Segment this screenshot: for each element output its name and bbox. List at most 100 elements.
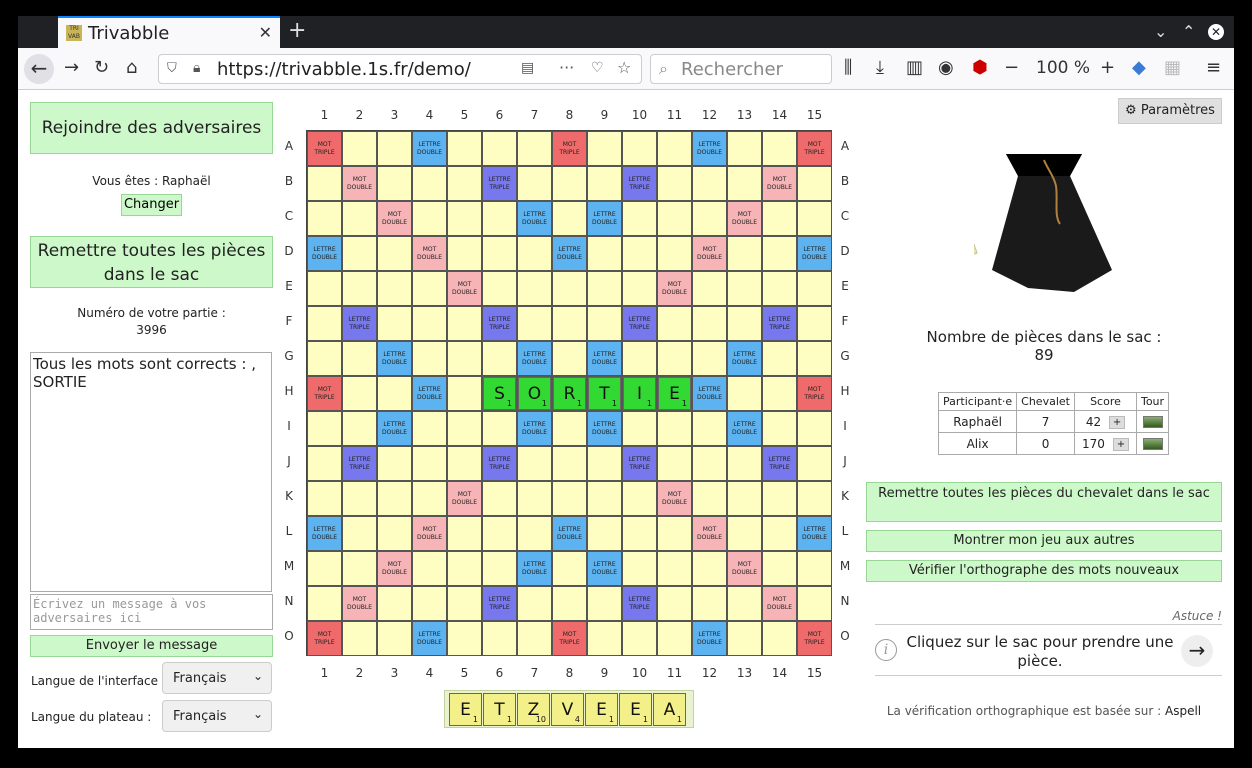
board-cell[interactable] — [692, 481, 727, 516]
board-cell[interactable]: LETTRE DOUBLE — [587, 341, 622, 376]
extension-grid-icon[interactable]: ▦ — [1164, 57, 1181, 78]
chat-input[interactable]: Écrivez un message à vos adversaires ici — [30, 594, 273, 630]
board-cell[interactable]: LETTRE DOUBLE — [727, 411, 762, 446]
rack-tile[interactable]: E1 — [585, 693, 618, 726]
zoom-in-icon[interactable]: + — [1100, 57, 1115, 78]
chat-log[interactable]: Tous les mots sont corrects : , SORTIE — [30, 352, 272, 592]
arrow-right-icon[interactable]: → — [1181, 635, 1213, 667]
board-cell[interactable]: LETTRE DOUBLE — [517, 551, 552, 586]
recall-all-pieces-button[interactable]: Remettre toutes les pièces dans le sac — [30, 236, 273, 288]
interface-language-select[interactable]: Français ⌄ — [162, 662, 272, 694]
board-cell[interactable] — [552, 271, 587, 306]
board-cell[interactable] — [762, 201, 797, 236]
board-cell[interactable]: E1 — [657, 376, 692, 411]
board-cell[interactable]: LETTRE DOUBLE — [412, 621, 447, 656]
board-cell[interactable] — [307, 481, 342, 516]
board-cell[interactable]: LETTRE TRIPLE — [622, 446, 657, 481]
send-message-button[interactable]: Envoyer le message — [30, 635, 273, 657]
board-cell[interactable]: MOT DOUBLE — [727, 201, 762, 236]
board-cell[interactable] — [377, 586, 412, 621]
board-cell[interactable]: LETTRE DOUBLE — [552, 516, 587, 551]
board-cell[interactable]: R1 — [552, 376, 587, 411]
tab-close-icon[interactable]: ✕ — [259, 23, 272, 42]
board-cell[interactable] — [342, 201, 377, 236]
board-cell[interactable] — [657, 551, 692, 586]
board-cell[interactable] — [447, 551, 482, 586]
window-close-icon[interactable]: ✕ — [1208, 24, 1224, 40]
board-cell[interactable]: MOT DOUBLE — [692, 236, 727, 271]
board-cell[interactable]: MOT TRIPLE — [797, 376, 832, 411]
menu-icon[interactable]: ≡ — [1206, 57, 1221, 78]
board-cell[interactable]: LETTRE DOUBLE — [587, 201, 622, 236]
board-cell[interactable] — [307, 341, 342, 376]
pocket-icon[interactable]: ♡ — [591, 60, 604, 76]
board-language-select[interactable]: Français ⌄ — [162, 700, 272, 732]
board-tile[interactable]: E1 — [658, 377, 691, 410]
board-cell[interactable] — [657, 621, 692, 656]
board-cell[interactable] — [797, 551, 832, 586]
board-cell[interactable] — [412, 166, 447, 201]
board-cell[interactable]: LETTRE DOUBLE — [517, 341, 552, 376]
board-cell[interactable] — [622, 411, 657, 446]
board-cell[interactable] — [797, 411, 832, 446]
tab-trivabble[interactable]: TRI VAB Trivabble ✕ — [58, 16, 280, 48]
board-cell[interactable] — [762, 516, 797, 551]
board-cell[interactable] — [587, 446, 622, 481]
board-cell[interactable]: MOT TRIPLE — [307, 131, 342, 166]
board-cell[interactable] — [517, 481, 552, 516]
board-cell[interactable] — [482, 411, 517, 446]
board-cell[interactable] — [342, 271, 377, 306]
board-cell[interactable] — [762, 481, 797, 516]
reader-view-icon[interactable]: ▤ — [521, 60, 534, 76]
board-cell[interactable] — [412, 341, 447, 376]
board-cell[interactable] — [377, 481, 412, 516]
board-cell[interactable]: MOT DOUBLE — [447, 481, 482, 516]
board-cell[interactable]: LETTRE TRIPLE — [342, 306, 377, 341]
board-cell[interactable] — [622, 201, 657, 236]
board-cell[interactable] — [587, 621, 622, 656]
board-cell[interactable] — [307, 411, 342, 446]
board-cell[interactable]: MOT TRIPLE — [307, 376, 342, 411]
board-cell[interactable] — [307, 446, 342, 481]
board-cell[interactable] — [447, 411, 482, 446]
board-cell[interactable] — [377, 376, 412, 411]
board-cell[interactable] — [447, 516, 482, 551]
board-cell[interactable]: LETTRE TRIPLE — [622, 306, 657, 341]
board-cell[interactable] — [307, 166, 342, 201]
board-cell[interactable]: MOT DOUBLE — [377, 201, 412, 236]
board-cell[interactable] — [587, 306, 622, 341]
board-cell[interactable] — [692, 306, 727, 341]
board-cell[interactable] — [482, 551, 517, 586]
spell-engine-link[interactable]: Aspell — [1165, 704, 1201, 718]
board-cell[interactable] — [587, 586, 622, 621]
board-cell[interactable]: O1 — [517, 376, 552, 411]
board-cell[interactable] — [622, 236, 657, 271]
board-cell[interactable] — [342, 376, 377, 411]
board-cell[interactable] — [552, 166, 587, 201]
board-cell[interactable]: LETTRE DOUBLE — [797, 236, 832, 271]
board-cell[interactable] — [657, 411, 692, 446]
board-cell[interactable]: MOT DOUBLE — [727, 551, 762, 586]
join-opponents-button[interactable]: Rejoindre des adversaires — [30, 102, 273, 154]
chevron-up-icon[interactable]: ⌃ — [1182, 22, 1195, 41]
board-cell[interactable] — [307, 586, 342, 621]
board-cell[interactable] — [657, 166, 692, 201]
board-cell[interactable] — [517, 621, 552, 656]
board-cell[interactable]: MOT TRIPLE — [797, 621, 832, 656]
board-cell[interactable] — [482, 481, 517, 516]
home-icon[interactable]: ⌂ — [126, 57, 137, 78]
bookmark-star-icon[interactable]: ☆ — [617, 58, 631, 77]
board-cell[interactable] — [727, 516, 762, 551]
board-cell[interactable]: LETTRE TRIPLE — [342, 446, 377, 481]
board-cell[interactable] — [307, 201, 342, 236]
board-cell[interactable]: LETTRE DOUBLE — [517, 201, 552, 236]
add-score-button[interactable]: + — [1112, 437, 1129, 451]
player-rack[interactable]: E 1 T 1 Z 10 V 4 E 1 E 1 A 1 — [444, 690, 694, 728]
board-cell[interactable] — [377, 166, 412, 201]
board-cell[interactable] — [517, 131, 552, 166]
board-cell[interactable]: LETTRE DOUBLE — [692, 376, 727, 411]
add-score-button[interactable]: + — [1109, 415, 1126, 429]
board-cell[interactable] — [692, 166, 727, 201]
account-icon[interactable]: ◉ — [938, 57, 954, 78]
board-cell[interactable] — [447, 131, 482, 166]
